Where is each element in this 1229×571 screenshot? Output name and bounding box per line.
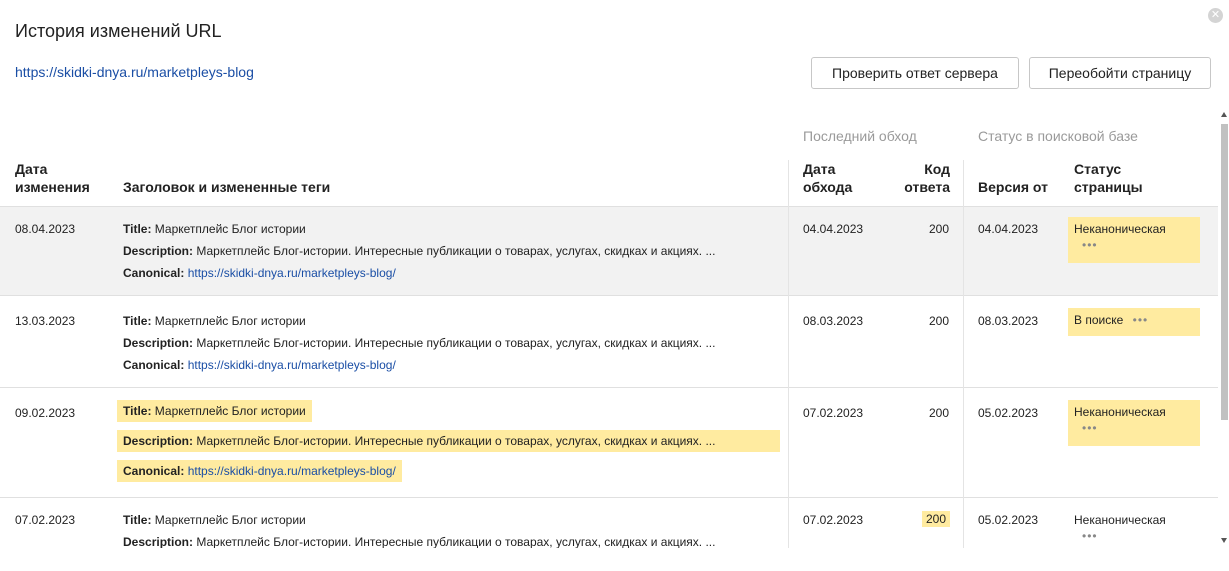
more-icon[interactable]: •••	[1074, 528, 1194, 544]
tag-description: Description: Маркетплейс Блог-истории. И…	[117, 430, 780, 452]
version-date: 05.02.2023	[978, 406, 1039, 420]
crawl-date: 04.04.2023	[803, 222, 864, 236]
header-version: Версия от	[978, 179, 1048, 195]
tag-title: Title: Маркетплейс Блог истории	[123, 314, 306, 328]
tag-title: Title: Маркетплейс Блог истории	[117, 400, 312, 422]
scrollbar[interactable]	[1219, 110, 1229, 548]
table-row: 09.02.2023 Title: Маркетплейс Блог истор…	[0, 387, 1218, 497]
tag-title: Title: Маркетплейс Блог истории	[123, 222, 306, 236]
status-badge: Неканоническая •••	[1068, 400, 1200, 446]
canonical-link[interactable]: https://skidki-dnya.ru/marketpleys-blog/	[188, 266, 396, 280]
canonical-link[interactable]: https://skidki-dnya.ru/marketpleys-blog/	[188, 464, 396, 478]
tag-title: Title: Маркетплейс Блог истории	[123, 513, 306, 527]
more-icon[interactable]: •••	[1074, 420, 1194, 436]
header-crawl-date: Дата обхода	[803, 161, 853, 195]
table-row: 07.02.2023 Title: Маркетплейс Блог истор…	[0, 497, 1218, 548]
crawl-date: 07.02.2023	[803, 406, 864, 420]
crawl-date: 08.03.2023	[803, 314, 864, 328]
change-date: 08.04.2023	[15, 222, 76, 236]
more-icon[interactable]: •••	[1074, 237, 1194, 253]
tag-description: Description: Маркетплейс Блог-истории. И…	[123, 336, 716, 350]
tag-canonical: Canonical: https://skidki-dnya.ru/market…	[123, 358, 396, 372]
header-tags: Заголовок и измененные теги	[123, 179, 331, 195]
response-code: 200	[928, 406, 949, 420]
change-date: 13.03.2023	[15, 314, 76, 328]
change-date: 07.02.2023	[15, 513, 76, 527]
url-link[interactable]: https://skidki-dnya.ru/marketpleys-blog	[15, 64, 254, 80]
table-row: 13.03.2023 Title: Маркетплейс Блог истор…	[0, 295, 1218, 387]
status-badge: Неканоническая •••	[1068, 217, 1200, 263]
history-table: Последний обход Статус в поисковой базе …	[0, 110, 1218, 548]
column-divider	[788, 160, 789, 548]
scroll-down-icon[interactable]	[1221, 538, 1227, 543]
response-code: 200	[922, 511, 951, 527]
more-icon[interactable]: •••	[1127, 313, 1149, 327]
version-date: 08.03.2023	[978, 314, 1039, 328]
column-divider	[963, 160, 964, 548]
header-change-date: Дата изменения	[15, 161, 90, 195]
version-date: 04.04.2023	[978, 222, 1039, 236]
crawl-date: 07.02.2023	[803, 513, 864, 527]
header-response-code: Код ответа	[904, 161, 950, 195]
group-search-status: Статус в поисковой базе	[978, 128, 1138, 144]
group-last-crawl: Последний обход	[803, 128, 917, 144]
header-page-status: Статус страницы	[1074, 161, 1143, 195]
status-badge: В поиске •••	[1068, 308, 1200, 336]
tag-canonical: Canonical: https://skidki-dnya.ru/market…	[117, 460, 402, 482]
tag-canonical: Canonical: https://skidki-dnya.ru/market…	[123, 266, 396, 280]
close-icon[interactable]: ✕	[1208, 8, 1223, 23]
dialog-title: История изменений URL	[15, 21, 222, 41]
version-date: 05.02.2023	[978, 513, 1039, 527]
change-date: 09.02.2023	[15, 406, 76, 420]
response-code: 200	[928, 222, 949, 236]
table-row: 08.04.2023 Title: Маркетплейс Блог истор…	[0, 206, 1218, 295]
response-code: 200	[928, 314, 949, 328]
tag-description: Description: Маркетплейс Блог-истории. И…	[123, 535, 716, 548]
recrawl-page-button[interactable]: Переобойти страницу	[1029, 57, 1211, 89]
scroll-up-icon[interactable]	[1221, 112, 1227, 117]
check-server-response-button[interactable]: Проверить ответ сервера	[811, 57, 1019, 89]
tag-description: Description: Маркетплейс Блог-истории. И…	[123, 244, 716, 258]
scroll-thumb[interactable]	[1221, 124, 1228, 420]
status-badge: Неканоническая •••	[1068, 508, 1200, 548]
canonical-link[interactable]: https://skidki-dnya.ru/marketpleys-blog/	[188, 358, 396, 372]
